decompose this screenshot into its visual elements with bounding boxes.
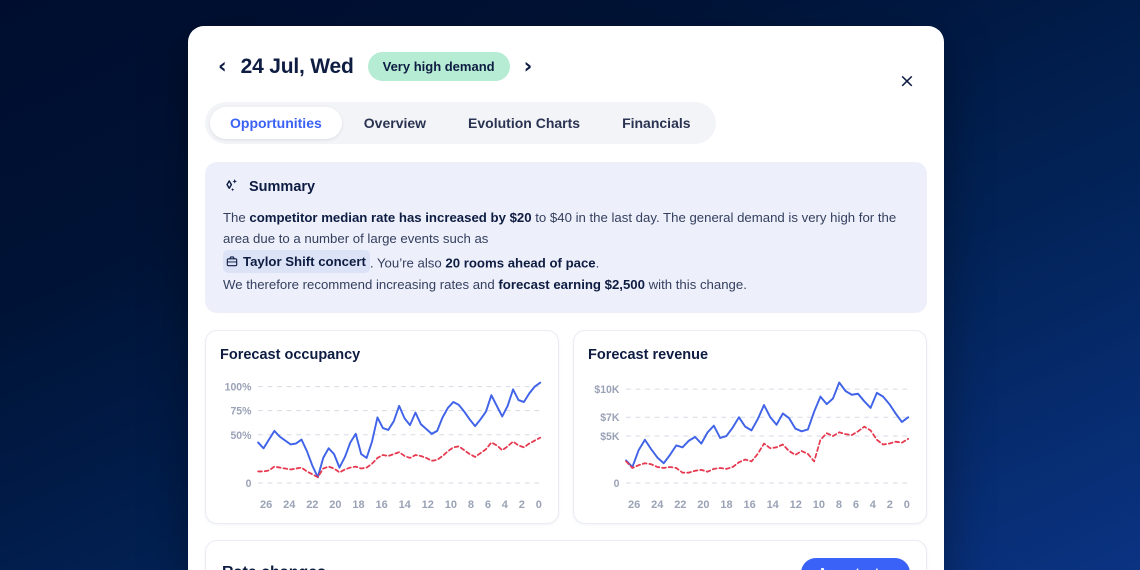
x-axis-tick-label: 18: [352, 499, 365, 512]
event-chip-taylor-shift[interactable]: Taylor Shift concert: [223, 249, 370, 274]
summary-text: The competitor median rate has increased…: [223, 207, 909, 295]
x-axis-tick-label: 0: [903, 499, 910, 512]
x-axis-tick-label: 16: [743, 499, 756, 512]
x-axis-tick-label: 26: [260, 499, 273, 512]
x-axis-tick-label: 6: [852, 499, 859, 512]
x-axis-tick-label: 2: [886, 499, 893, 512]
x-axis-tick-label: 26: [628, 499, 641, 512]
chart-title-revenue: Forecast revenue: [588, 347, 709, 364]
x-axis-tick-label: 14: [398, 499, 411, 512]
tab-overview[interactable]: Overview: [344, 107, 446, 139]
x-axis-tick-label: 0: [535, 499, 542, 512]
x-axis-tick-label: 10: [444, 499, 457, 512]
x-axis-tick-label: 2: [518, 499, 525, 512]
y-axis-tick-label: 50%: [230, 430, 251, 442]
chart-card-forecast-revenue: Forecast revenue 0 $5K $7K $10K 26 24 22 20 18 1…: [573, 330, 927, 525]
summary-panel: Summary The competitor median rate has i…: [205, 162, 927, 314]
event-chip-label: Taylor Shift concert: [243, 253, 366, 269]
rate-changes-title: Rate changes: [222, 564, 326, 570]
x-axis-tick-label: 10: [812, 499, 825, 512]
tab-bar: Opportunities Overview Evolution Charts …: [205, 102, 716, 144]
y-axis-tick-label: 75%: [230, 406, 251, 418]
y-axis-tick-label: 0: [614, 478, 620, 490]
x-axis-tick-label: 18: [720, 499, 733, 512]
x-axis-tick-label: 4: [501, 499, 508, 512]
chart-series-line: [625, 381, 910, 469]
day-detail-modal: ‹ 24 Jul, Wed Very high demand › × Oppor…: [188, 26, 944, 570]
x-axis-tick-label: 20: [329, 499, 342, 512]
x-axis-tick-label: 22: [674, 499, 687, 512]
y-axis-tick-label: 0: [246, 478, 252, 490]
page-title: 24 Jul, Wed: [240, 54, 354, 78]
y-axis-tick-label: $7K: [600, 412, 619, 424]
summary-highlight-pace: 20 rooms ahead of pace: [445, 255, 596, 271]
x-axis-tick-label: 8: [835, 499, 842, 512]
briefcase-icon: [226, 256, 238, 267]
tab-financials[interactable]: Financials: [602, 107, 710, 139]
summary-line3-end: with this change.: [644, 276, 747, 292]
chart-series-line: [257, 381, 542, 479]
summary-line2-end: .: [595, 255, 600, 271]
x-axis-tick-label: 20: [697, 499, 710, 512]
x-axis-tick-label: 4: [869, 499, 876, 512]
x-axis-tick-label: 12: [789, 499, 802, 512]
y-axis-tick-label: $5K: [600, 431, 619, 443]
previous-day-button[interactable]: ‹: [218, 56, 227, 77]
x-axis-tick-label: 6: [484, 499, 491, 512]
charts-row: Forecast occupancy 0 50% 75% 100% 26 24 22 20 1…: [205, 330, 927, 525]
accept-rates-button[interactable]: Accept rates: [800, 558, 910, 570]
y-axis-tick-label: 100%: [225, 382, 252, 394]
modal-header: ‹ 24 Jul, Wed Very high demand › ×: [188, 26, 944, 90]
status-badge: Very high demand: [367, 52, 510, 81]
x-axis-tick-label: 8: [467, 499, 474, 512]
summary-line1-pre: The: [223, 210, 250, 225]
revenue-line-chart: 0 $5K $7K $10K: [594, 381, 910, 490]
tab-opportunities[interactable]: Opportunities: [210, 107, 342, 139]
x-axis-tick-label: 22: [306, 499, 319, 512]
chart-title-occupancy: Forecast occupancy: [220, 347, 361, 364]
x-axis-tick-label: 24: [651, 499, 664, 512]
occupancy-line-chart: 0 50% 75% 100%: [225, 381, 542, 490]
sparkle-icon: [226, 179, 237, 192]
tab-evolution-charts[interactable]: Evolution Charts: [448, 107, 600, 139]
y-axis-tick-label: $10K: [594, 384, 619, 396]
summary-highlight-forecast: forecast earning $2,500: [498, 276, 645, 292]
chart-plot-occupancy: 0 50% 75% 100%: [220, 369, 544, 493]
summary-header: Summary: [223, 178, 909, 195]
chart-card-forecast-occupancy: Forecast occupancy 0 50% 75% 100% 26 24 22 20 1…: [205, 330, 559, 525]
chart-series-line: [625, 425, 910, 474]
summary-title: Summary: [249, 178, 316, 195]
summary-line3-pre: We therefore recommend increasing rates …: [223, 276, 499, 292]
next-day-button[interactable]: ›: [524, 56, 533, 77]
x-axis-tick-label: 12: [421, 499, 434, 512]
date-nav-row: ‹ 24 Jul, Wed Very high demand ›: [218, 52, 914, 81]
x-axis-tick-label: 14: [766, 499, 779, 512]
occupancy-x-axis: 26 24 22 20 18 16 14 12 10 8 6 4 2 0: [220, 493, 544, 511]
x-axis-tick-label: 24: [283, 499, 296, 512]
close-icon[interactable]: ×: [896, 70, 918, 92]
chart-plot-revenue: 0 $5K $7K $10K: [588, 369, 912, 493]
summary-highlight-rate: competitor median rate has increased by …: [249, 210, 532, 225]
rate-changes-header: Rate changes Accept rates: [222, 558, 910, 570]
revenue-x-axis: 26 24 22 20 18 16 14 12 10 8 6 4 2 0: [588, 493, 912, 511]
rate-changes-card: Rate changes Accept rates RevenueOccupan…: [205, 540, 927, 570]
x-axis-tick-label: 16: [375, 499, 388, 512]
summary-line2-mid: . You’re also: [369, 255, 446, 271]
chart-series-line: [257, 436, 542, 479]
